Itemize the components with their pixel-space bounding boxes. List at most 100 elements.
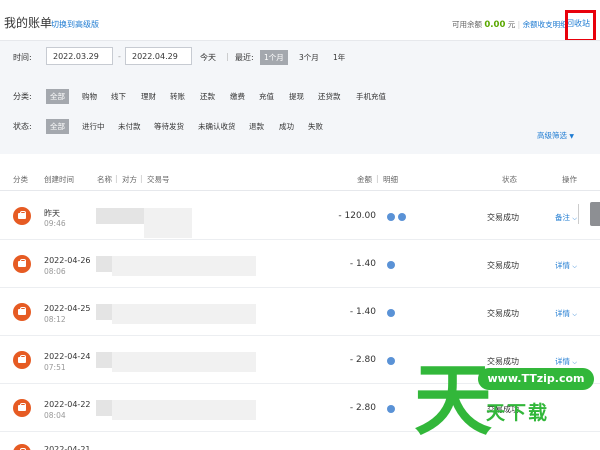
advanced-filter-link[interactable]: 高级筛选 ▼ bbox=[537, 130, 574, 141]
col-status: 状态 bbox=[502, 175, 517, 184]
redacted-name bbox=[96, 208, 144, 224]
category-transfer[interactable]: 转账 bbox=[166, 89, 189, 104]
date-range-dash: - bbox=[118, 52, 121, 61]
shopping-bag-icon bbox=[13, 399, 31, 417]
row-status: 交易成功 bbox=[487, 213, 519, 222]
redacted-name bbox=[96, 400, 112, 416]
switch-advanced-link[interactable]: 切换到高级版 bbox=[51, 19, 99, 30]
col-amount: 金额 bbox=[357, 175, 372, 184]
redacted-name bbox=[96, 352, 112, 368]
category-offline[interactable]: 线下 bbox=[107, 89, 130, 104]
col-counterparty: 对方 bbox=[122, 175, 137, 184]
chevron-down-icon: ⌵ bbox=[572, 311, 577, 318]
shopping-bag-icon bbox=[13, 444, 31, 450]
balance-label: 可用余额 bbox=[452, 20, 482, 29]
highlight-box bbox=[565, 10, 596, 42]
info-dot-icon[interactable] bbox=[387, 357, 395, 365]
table-row[interactable]: 2022-04-26 08:06 - 1.40 交易成功 详情 ⌵ bbox=[0, 240, 600, 288]
row-time: 08:12 bbox=[44, 315, 66, 324]
watermark-url: www.TTzip.com bbox=[478, 368, 594, 390]
row-amount: - 2.80 bbox=[349, 355, 376, 365]
category-finance[interactable]: 理财 bbox=[137, 89, 160, 104]
status-refund[interactable]: 退款 bbox=[245, 119, 268, 134]
row-date: 2022-04-21 bbox=[44, 445, 91, 450]
balance-amount: 0.00 bbox=[484, 20, 506, 30]
status-unpaid[interactable]: 未付款 bbox=[114, 119, 145, 134]
watermark: 天 www.TTzip.com 天下载 bbox=[410, 358, 600, 450]
row-date: 2022-04-22 bbox=[44, 400, 91, 409]
remark-link[interactable]: 备注 ⌵ bbox=[555, 212, 577, 223]
today-link[interactable]: 今天 bbox=[200, 52, 216, 63]
category-all[interactable]: 全部 bbox=[46, 89, 69, 104]
category-withdraw[interactable]: 提现 bbox=[285, 89, 308, 104]
status-failed[interactable]: 失败 bbox=[304, 119, 327, 134]
page-title: 我的账单 bbox=[4, 16, 53, 30]
detail-link[interactable]: 详情 ⌵ bbox=[555, 260, 577, 271]
range-1-year[interactable]: 1年 bbox=[329, 50, 349, 65]
info-dot-icon[interactable] bbox=[387, 405, 395, 413]
row-amount: - 1.40 bbox=[349, 307, 376, 317]
row-time: 08:04 bbox=[44, 411, 66, 420]
status-awaiting-shipment[interactable]: 等待发货 bbox=[150, 119, 188, 134]
status-success[interactable]: 成功 bbox=[275, 119, 298, 134]
info-dot-icon[interactable] bbox=[398, 213, 406, 221]
category-shopping[interactable]: 购物 bbox=[78, 89, 101, 104]
range-3-months[interactable]: 3个月 bbox=[295, 50, 323, 65]
row-action: 详情 bbox=[555, 309, 570, 318]
category-bills[interactable]: 缴费 bbox=[226, 89, 249, 104]
row-action: 详情 bbox=[555, 261, 570, 270]
detail-link[interactable]: 详情 ⌵ bbox=[555, 308, 577, 319]
category-label: 分类: bbox=[13, 92, 32, 101]
chevron-down-icon: ▼ bbox=[569, 133, 575, 140]
row-time: 09:46 bbox=[44, 219, 66, 228]
shopping-bag-icon bbox=[13, 351, 31, 369]
balance-detail-link[interactable]: 余额收支明细 bbox=[523, 20, 568, 29]
shopping-bag-icon bbox=[13, 207, 31, 225]
redacted-trade bbox=[112, 352, 256, 372]
category-mobile-topup[interactable]: 手机充值 bbox=[352, 89, 390, 104]
watermark-text: 天下载 bbox=[486, 402, 550, 424]
redacted-trade bbox=[144, 208, 192, 238]
redacted-name bbox=[96, 256, 112, 272]
balance-info: 可用余额 0.00 元 | 余额收支明细 bbox=[452, 19, 568, 30]
page-header: 我的账单 切换到高级版 可用余额 0.00 元 | 余额收支明细 回收站 bbox=[0, 0, 600, 42]
side-divider bbox=[578, 204, 579, 224]
info-dot-icon[interactable] bbox=[387, 261, 395, 269]
date-from-input[interactable]: 2022.03.29 bbox=[46, 47, 113, 65]
category-loan-repay[interactable]: 还贷款 bbox=[314, 89, 345, 104]
row-date: 昨天 bbox=[44, 209, 60, 218]
row-date: 2022-04-26 bbox=[44, 256, 91, 265]
balance-divider: | bbox=[517, 20, 521, 29]
row-amount: - 120.00 bbox=[338, 211, 376, 221]
table-row[interactable]: 昨天 09:46 - 120.00 交易成功 备注 ⌵ bbox=[0, 192, 600, 240]
row-time: 08:06 bbox=[44, 267, 66, 276]
table-row[interactable]: 2022-04-25 08:12 - 1.40 交易成功 详情 ⌵ bbox=[0, 288, 600, 336]
feedback-tab-icon[interactable] bbox=[590, 202, 600, 226]
status-label: 状态: bbox=[13, 122, 32, 131]
status-all[interactable]: 全部 bbox=[46, 119, 69, 134]
status-in-progress[interactable]: 进行中 bbox=[78, 119, 109, 134]
redacted-trade bbox=[112, 304, 256, 324]
row-action: 备注 bbox=[555, 213, 570, 222]
status-unconfirmed-receipt[interactable]: 未确认收货 bbox=[194, 119, 240, 134]
category-topup[interactable]: 充值 bbox=[255, 89, 278, 104]
col-tradeno: 交易号 bbox=[147, 175, 170, 184]
row-status: 交易成功 bbox=[487, 261, 519, 270]
date-to-input[interactable]: 2022.04.29 bbox=[125, 47, 192, 65]
row-amount: - 2.80 bbox=[349, 403, 376, 413]
row-amount: - 1.40 bbox=[349, 259, 376, 269]
balance-unit: 元 bbox=[507, 20, 516, 29]
redacted-trade bbox=[112, 400, 256, 420]
info-dot-icon[interactable] bbox=[387, 309, 395, 317]
row-date: 2022-04-24 bbox=[44, 352, 91, 361]
row-status: 交易成功 bbox=[487, 309, 519, 318]
range-1-month[interactable]: 1个月 bbox=[260, 50, 288, 65]
col-name: 名称 bbox=[97, 175, 112, 184]
recent-label: 最近: bbox=[235, 53, 254, 62]
col-created: 创建时间 bbox=[44, 175, 74, 184]
redacted-name bbox=[96, 304, 112, 320]
info-dot-icon[interactable] bbox=[387, 213, 395, 221]
col-divider: | bbox=[115, 174, 118, 183]
chevron-down-icon: ⌵ bbox=[572, 215, 577, 222]
category-repayment[interactable]: 还款 bbox=[196, 89, 219, 104]
